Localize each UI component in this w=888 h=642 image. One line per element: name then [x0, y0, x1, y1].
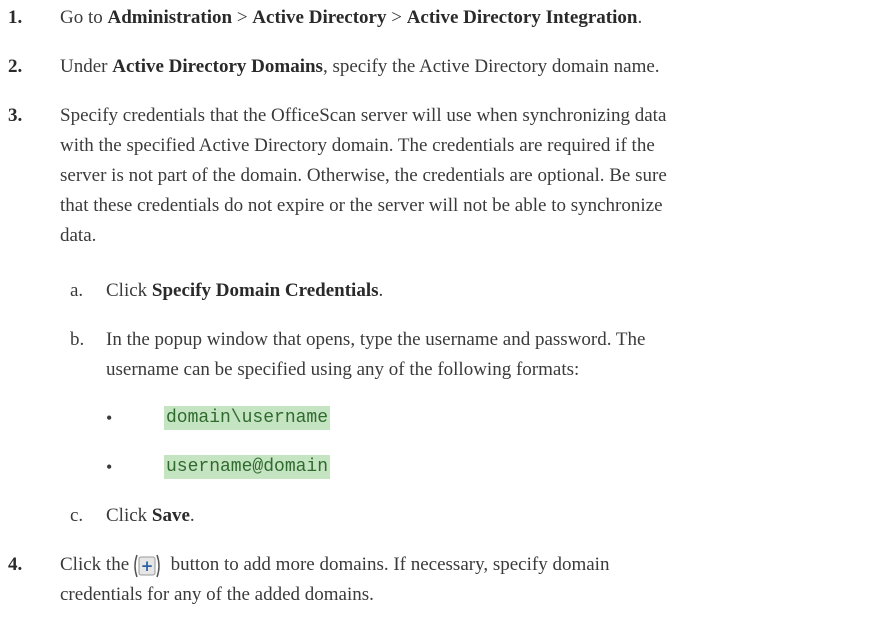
step-number: 3. [8, 105, 23, 126]
step-number: 1. [8, 7, 23, 28]
bullet-icon: • [106, 457, 113, 477]
step-number: 2. [8, 56, 23, 77]
plus-glyph: + [141, 557, 154, 575]
save-label: Save [151, 505, 190, 526]
substep-letter: c. [70, 505, 84, 526]
step-number: 4. [8, 554, 23, 575]
add-domain-button-icon: + [134, 553, 160, 577]
step-text: Specify credentials that the OfficeScan … [60, 105, 667, 246]
menu-path-administration: Administration [107, 7, 233, 28]
step-text: Under Active Directory Domains, specify … [60, 56, 660, 77]
substep-letter: b. [70, 329, 85, 350]
document-page: 1. Go to Administration > Active Directo… [0, 0, 888, 642]
code-format-domain-username: domain\username [164, 406, 331, 430]
substep-text: Click Save. [106, 505, 195, 526]
step-text: Click the + button to add more domains. … [60, 553, 610, 605]
menu-path-ad-integration: Active Directory Integration [406, 7, 638, 28]
bullet-icon: • [106, 408, 113, 428]
substep-letter: a. [70, 280, 84, 301]
menu-path-active-directory: Active Directory [252, 7, 387, 28]
code-format-username-domain: username@domain [164, 455, 331, 479]
step-text: Go to Administration > Active Directory … [60, 7, 643, 28]
section-name: Active Directory Domains [112, 56, 323, 77]
specify-domain-credentials-label: Specify Domain Credentials [151, 280, 379, 301]
substep-text: Click Specify Domain Credentials. [106, 280, 384, 301]
substep-text: In the popup window that opens, type the… [106, 329, 646, 380]
